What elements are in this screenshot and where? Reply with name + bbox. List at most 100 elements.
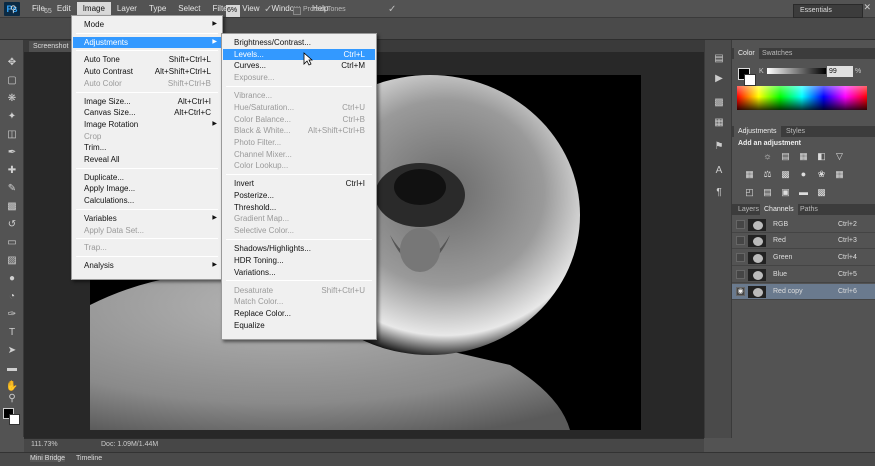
clone-source-icon[interactable]: ▦ bbox=[712, 116, 726, 130]
channel-row[interactable]: Blue Ctrl+5 bbox=[732, 267, 875, 283]
menu-item-variables[interactable]: Variables ▶ bbox=[73, 213, 221, 224]
tab-mini-bridge[interactable]: Mini Bridge bbox=[30, 455, 66, 462]
tab-swatches[interactable]: Swatches bbox=[758, 48, 796, 59]
menu-item-brightness-contrast[interactable]: Brightness/Contrast... bbox=[223, 37, 375, 48]
menu-select[interactable]: Select bbox=[172, 2, 206, 16]
gradient-tool-icon[interactable]: ▨ bbox=[4, 254, 20, 268]
menu-item-duplicate[interactable]: Duplicate... bbox=[73, 172, 221, 183]
actions-icon[interactable]: ▶ bbox=[712, 72, 726, 86]
opacity-field[interactable]: 6% bbox=[226, 5, 240, 17]
menu-item-replace-color[interactable]: Replace Color... bbox=[223, 308, 375, 319]
menu-image[interactable]: Image bbox=[76, 1, 111, 16]
tab-timeline[interactable]: Timeline bbox=[76, 455, 102, 462]
marquee-tool-icon[interactable]: ▢ bbox=[4, 74, 20, 88]
visibility-toggle[interactable] bbox=[736, 220, 745, 229]
character-icon[interactable]: A bbox=[712, 164, 726, 178]
airbrush-icon[interactable]: ✓ bbox=[264, 4, 272, 15]
menu-item-equalize[interactable]: Equalize bbox=[223, 320, 375, 331]
menu-item-image-rotation[interactable]: Image Rotation ▶ bbox=[73, 119, 221, 130]
crop-tool-icon[interactable]: ◫ bbox=[4, 128, 20, 142]
tab-layers[interactable]: Layers bbox=[734, 204, 763, 215]
menu-item-invert[interactable]: Invert Ctrl+I bbox=[223, 178, 375, 189]
curves-adj-icon[interactable]: ▦ bbox=[798, 151, 809, 162]
channel-row[interactable]: RGB Ctrl+2 bbox=[732, 217, 875, 233]
menu-item-hdr-toning[interactable]: HDR Toning... bbox=[223, 255, 375, 266]
photo-filter-adj-icon[interactable]: ● bbox=[798, 169, 809, 180]
menu-item-auto-contrast[interactable]: Auto Contrast Alt+Shift+Ctrl+L bbox=[73, 66, 221, 77]
lasso-tool-icon[interactable]: ❋ bbox=[4, 92, 20, 106]
invert-adj-icon[interactable]: ◰ bbox=[744, 187, 755, 198]
posterize-adj-icon[interactable]: ▤ bbox=[762, 187, 773, 198]
gradient-map-adj-icon[interactable]: ▩ bbox=[816, 187, 827, 198]
visibility-toggle[interactable] bbox=[736, 236, 745, 245]
menu-item-auto-tone[interactable]: Auto Tone Shift+Ctrl+L bbox=[73, 54, 221, 65]
selective-color-adj-icon[interactable]: ▬ bbox=[798, 187, 809, 198]
channel-row[interactable]: Red Ctrl+3 bbox=[732, 233, 875, 249]
tool-presets-icon[interactable]: ⚑ bbox=[712, 140, 726, 154]
exposure-adj-icon[interactable]: ◧ bbox=[816, 151, 827, 162]
zoom-tool-icon[interactable]: ⚲ bbox=[10, 4, 17, 15]
color-lookup-adj-icon[interactable]: ▦ bbox=[834, 169, 845, 180]
quick-select-tool-icon[interactable]: ✦ bbox=[4, 110, 20, 124]
healing-tool-icon[interactable]: ✚ bbox=[4, 164, 20, 178]
document-tab[interactable]: Screenshot bbox=[29, 41, 73, 52]
menu-layer[interactable]: Layer bbox=[111, 2, 143, 16]
dodge-tool-icon[interactable]: ◔ bbox=[4, 290, 20, 304]
tab-color[interactable]: Color bbox=[734, 48, 759, 59]
brush-size[interactable]: 65 bbox=[44, 8, 52, 15]
clone-stamp-tool-icon[interactable]: ▩ bbox=[4, 200, 20, 214]
color-panel-background[interactable] bbox=[744, 74, 756, 86]
visibility-toggle[interactable] bbox=[736, 253, 745, 262]
menu-type[interactable]: Type bbox=[143, 2, 172, 16]
vibrance-adj-icon[interactable]: ▽ bbox=[834, 151, 845, 162]
levels-adj-icon[interactable]: ▤ bbox=[780, 151, 791, 162]
background-color-swatch[interactable] bbox=[9, 414, 20, 425]
channel-mixer-adj-icon[interactable]: ❀ bbox=[816, 169, 827, 180]
hue-sat-adj-icon[interactable]: ▦ bbox=[744, 169, 755, 180]
black-white-adj-icon[interactable]: ▩ bbox=[780, 169, 791, 180]
eyedropper-tool-icon[interactable]: ✒ bbox=[4, 146, 20, 160]
paragraph-icon[interactable]: ¶ bbox=[712, 186, 726, 200]
menu-item-posterize[interactable]: Posterize... bbox=[223, 190, 375, 201]
close-icon[interactable]: ✕ bbox=[863, 2, 871, 13]
workspace-select[interactable]: Essentials bbox=[793, 4, 863, 18]
pen-tool-icon[interactable]: ✑ bbox=[4, 308, 20, 322]
menu-item-adjustments[interactable]: Adjustments ▶ bbox=[73, 36, 221, 48]
move-tool-icon[interactable]: ✥ bbox=[4, 56, 20, 70]
zoom-level[interactable]: 111.73% bbox=[31, 441, 58, 448]
tab-adjustments[interactable]: Adjustments bbox=[734, 126, 781, 137]
brush-presets-icon[interactable]: ▩ bbox=[712, 96, 726, 110]
type-tool-icon[interactable]: T bbox=[4, 326, 20, 340]
menu-item-trim[interactable]: Trim... bbox=[73, 142, 221, 153]
menu-item-calculations[interactable]: Calculations... bbox=[73, 195, 221, 206]
history-brush-tool-icon[interactable]: ↺ bbox=[4, 218, 20, 232]
channel-row[interactable]: ◉ Red copy Ctrl+6 bbox=[732, 284, 875, 300]
tab-styles[interactable]: Styles bbox=[782, 126, 809, 137]
shape-tool-icon[interactable]: ▬ bbox=[4, 362, 20, 376]
menu-item-reveal-all[interactable]: Reveal All bbox=[73, 154, 221, 165]
menu-item-analysis[interactable]: Analysis ▶ bbox=[73, 260, 221, 271]
zoom-tool-icon[interactable]: ⚲ bbox=[4, 392, 20, 406]
menu-item-mode[interactable]: Mode ▶ bbox=[73, 19, 221, 30]
blur-tool-icon[interactable]: ● bbox=[4, 272, 20, 286]
history-icon[interactable]: ▤ bbox=[712, 52, 726, 66]
menu-item-curves[interactable]: Curves... Ctrl+M bbox=[223, 60, 375, 71]
pressure-icon[interactable]: ✓ bbox=[388, 4, 396, 15]
menu-item-variations[interactable]: Variations... bbox=[223, 267, 375, 278]
menu-item-threshold[interactable]: Threshold... bbox=[223, 202, 375, 213]
eraser-tool-icon[interactable]: ▭ bbox=[4, 236, 20, 250]
menu-item-levels[interactable]: Levels... Ctrl+L bbox=[223, 48, 375, 60]
brightness-adj-icon[interactable]: ☼ bbox=[762, 151, 773, 162]
brush-tool-icon[interactable]: ✎ bbox=[4, 182, 20, 196]
color-balance-adj-icon[interactable]: ⚖ bbox=[762, 169, 773, 180]
protect-tones-checkbox[interactable] bbox=[293, 7, 301, 15]
eye-icon[interactable]: ◉ bbox=[736, 287, 745, 296]
k-slider[interactable] bbox=[767, 68, 826, 74]
visibility-toggle[interactable] bbox=[736, 270, 745, 279]
threshold-adj-icon[interactable]: ▣ bbox=[780, 187, 791, 198]
tab-paths[interactable]: Paths bbox=[796, 204, 822, 215]
path-select-tool-icon[interactable]: ➤ bbox=[4, 344, 20, 358]
menu-item-shadows-highlights[interactable]: Shadows/Highlights... bbox=[223, 243, 375, 254]
menu-view[interactable]: View bbox=[236, 2, 265, 16]
menu-item-image-size[interactable]: Image Size... Alt+Ctrl+I bbox=[73, 96, 221, 107]
